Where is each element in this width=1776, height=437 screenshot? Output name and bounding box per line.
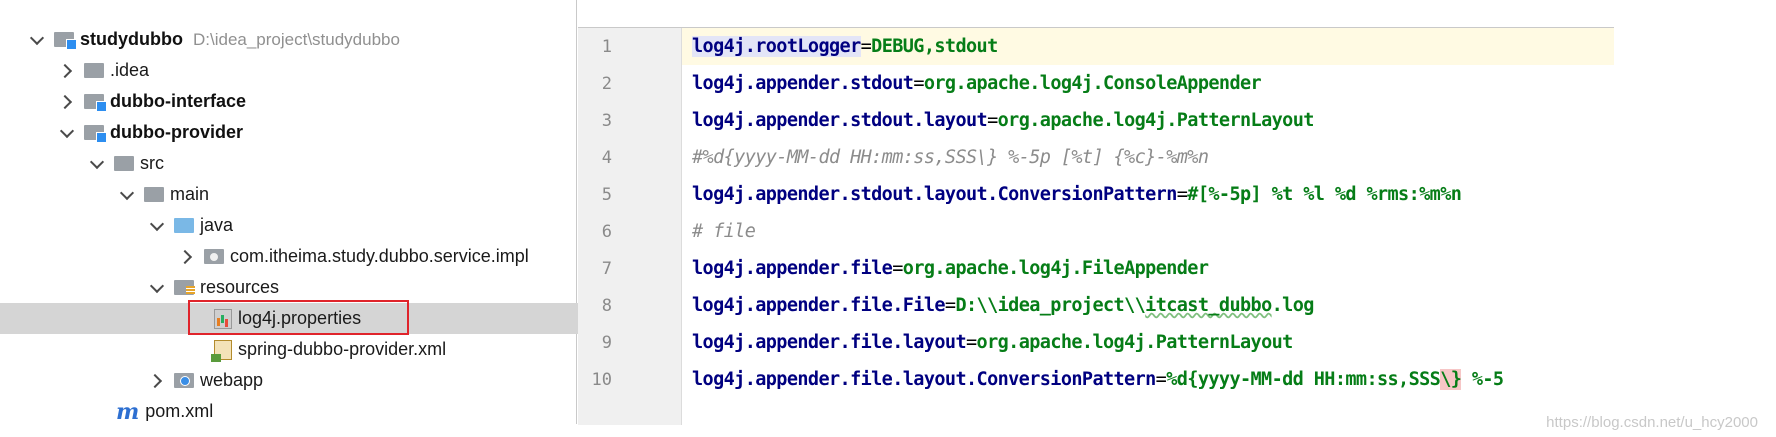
module-folder-icon	[84, 125, 107, 143]
property-value: %-5	[1461, 369, 1504, 390]
tree-node-label: .idea	[110, 60, 150, 80]
tree-node-label: dubbo-provider	[110, 122, 243, 142]
line-number: 3	[601, 111, 612, 131]
escape-highlight: \}	[1440, 369, 1462, 390]
property-value: org.apache.log4j.ConsoleAppender	[923, 73, 1262, 94]
line-number: 8	[601, 296, 612, 316]
tree-node-label: resources	[200, 277, 280, 297]
project-path: D:\idea_project\studydubbo	[192, 29, 400, 49]
property-key: log4j.appender.file.layout	[692, 332, 967, 353]
module-folder-icon	[54, 32, 77, 50]
property-key: log4j.appender.stdout.layout	[692, 110, 988, 131]
tree-node-studydubbo[interactable]: studydubbo D:\idea_project\studydubbo	[0, 24, 606, 55]
code-line[interactable]: #%d{yyyy-MM-dd HH:mm:ss,SSS\} %-5p [%t] …	[692, 139, 1614, 176]
equals-sign: =	[1176, 184, 1188, 205]
line-number: 5	[601, 185, 612, 205]
code-line[interactable]: log4j.appender.file.layout=org.apache.lo…	[692, 324, 1614, 361]
property-value: #[%-5p] %t %l %d %rms:%m%n	[1187, 184, 1462, 205]
line-number: 10	[591, 370, 612, 390]
project-tree: studydubbo D:\idea_project\studydubbo .i…	[0, 0, 770, 425]
comment: # file	[692, 221, 756, 242]
line-gutter: 1 2 3 4 5 6 7 8 9 10	[578, 28, 682, 425]
property-key: log4j.appender.stdout	[692, 73, 914, 94]
equals-sign: =	[966, 332, 977, 353]
maven-icon: m	[116, 398, 140, 425]
tree-node-label: com.itheima.study.dubbo.service.impl	[230, 246, 529, 266]
code-editor[interactable]: 1 2 3 4 5 6 7 8 9 10 log4j.rootLogger=DE…	[578, 27, 1614, 425]
equals-sign: =	[860, 36, 872, 57]
chevron-down-icon[interactable]	[150, 219, 164, 233]
line-number: 2	[601, 74, 612, 94]
web-folder-icon	[174, 373, 194, 388]
chevron-down-icon[interactable]	[90, 157, 104, 171]
tree-node-label: src	[140, 153, 164, 173]
tree-node-idea[interactable]: .idea	[0, 55, 636, 86]
property-key: log4j.appender.file.layout.ConversionPat…	[692, 369, 1156, 390]
chevron-down-icon[interactable]	[120, 188, 134, 202]
code-line[interactable]: log4j.appender.stdout=org.apache.log4j.C…	[692, 65, 1614, 102]
folder-icon	[144, 187, 164, 202]
equals-sign: =	[913, 73, 924, 94]
property-value-typo: itcast_dubbo	[1145, 295, 1272, 316]
code-line[interactable]: log4j.appender.file=org.apache.log4j.Fil…	[692, 250, 1614, 287]
tree-node-dubbo-interface[interactable]: dubbo-interface	[0, 86, 636, 117]
folder-icon	[114, 156, 134, 171]
chevron-right-icon[interactable]	[180, 250, 194, 264]
chevron-right-icon[interactable]	[60, 95, 74, 109]
equals-sign: =	[987, 110, 998, 131]
highlight-box	[188, 300, 409, 335]
line-number: 7	[601, 259, 612, 279]
source-folder-icon	[174, 218, 194, 233]
watermark: https://blog.csdn.net/u_hcy2000	[1546, 414, 1758, 431]
chevron-down-icon[interactable]	[30, 33, 44, 47]
tree-node-label: spring-dubbo-provider.xml	[238, 339, 447, 359]
code-line[interactable]: log4j.appender.file.File=D:\\idea_projec…	[692, 287, 1614, 324]
package-icon	[204, 249, 224, 264]
line-number: 1	[601, 37, 612, 57]
resources-folder-icon	[174, 280, 195, 295]
line-number: 6	[601, 222, 612, 242]
module-folder-icon	[84, 94, 107, 112]
tree-node-label: java	[200, 215, 234, 235]
comment: #%d{yyyy-MM-dd HH:mm:ss,SSS\} %-5p [%t] …	[692, 147, 1209, 168]
property-value: DEBUG,stdout	[871, 36, 998, 57]
tree-node-label: pom.xml	[145, 401, 214, 421]
chevron-down-icon[interactable]	[60, 126, 74, 140]
spring-xml-file-icon	[211, 339, 232, 362]
tree-node-label: webapp	[200, 370, 264, 390]
property-value: org.apache.log4j.FileAppender	[902, 258, 1209, 279]
chevron-right-icon[interactable]	[60, 64, 74, 78]
property-value: .log	[1271, 295, 1315, 316]
code-line[interactable]: log4j.appender.file.layout.ConversionPat…	[692, 361, 1614, 398]
chevron-down-icon[interactable]	[150, 281, 164, 295]
equals-sign: =	[944, 295, 956, 316]
tree-node-dubbo-provider[interactable]: dubbo-provider	[0, 117, 636, 148]
code-line[interactable]: log4j.appender.stdout.layout.ConversionP…	[692, 176, 1614, 213]
property-value: %d{yyyy-MM-dd HH:mm:ss,SSS	[1166, 369, 1441, 390]
line-number: 4	[601, 148, 612, 168]
property-key: log4j.appender.stdout.layout.ConversionP…	[692, 184, 1177, 205]
code-line[interactable]: log4j.rootLogger=DEBUG,stdout	[682, 28, 1614, 65]
chevron-right-icon[interactable]	[150, 374, 164, 388]
tree-node-label: dubbo-interface	[110, 91, 247, 111]
tree-node-label: studydubbo	[80, 29, 183, 49]
tree-node-label: main	[170, 184, 210, 204]
property-value: D:\\idea_project\\	[955, 295, 1146, 316]
code-line[interactable]: log4j.appender.stdout.layout=org.apache.…	[692, 102, 1614, 139]
property-value: org.apache.log4j.PatternLayout	[997, 110, 1315, 131]
line-number: 9	[601, 333, 612, 353]
equals-sign: =	[1155, 369, 1167, 390]
property-key: log4j.rootLogger	[692, 36, 861, 57]
code-line[interactable]: # file	[692, 213, 1614, 250]
tree-node-src[interactable]: src	[0, 148, 666, 179]
property-key: log4j.appender.file	[692, 258, 893, 279]
equals-sign: =	[892, 258, 903, 279]
property-value: org.apache.log4j.PatternLayout	[976, 332, 1294, 353]
folder-icon	[84, 63, 104, 78]
property-key: log4j.appender.file.File	[692, 295, 946, 316]
